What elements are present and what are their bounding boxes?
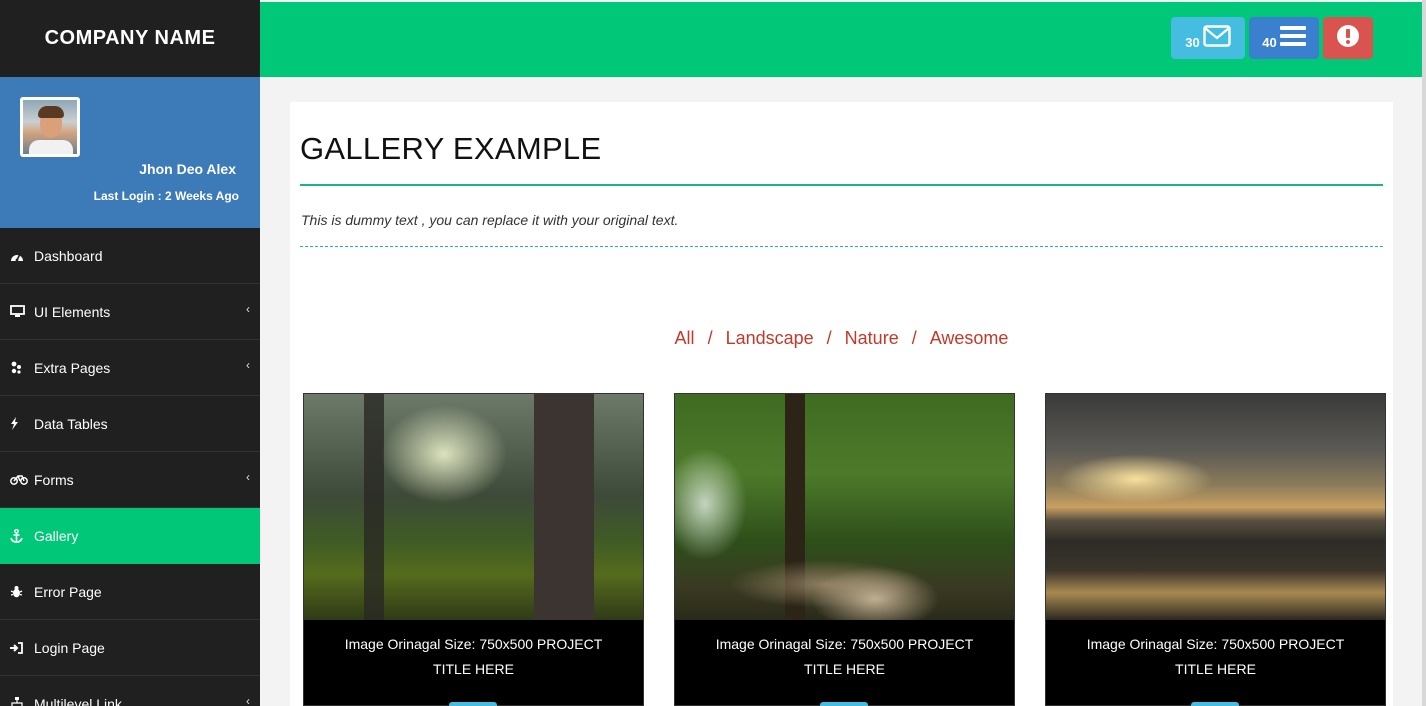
- gallery-panel: GALLERY EXAMPLE This is dummy text , you…: [290, 102, 1393, 706]
- page-subtitle: This is dummy text , you can replace it …: [301, 212, 679, 228]
- sidebar-item-gallery[interactable]: Gallery: [0, 508, 260, 564]
- sidebar-item-label: Forms: [34, 471, 74, 488]
- messages-count: 30: [1185, 34, 1200, 50]
- brand-logo[interactable]: COMPANY NAME: [0, 0, 260, 77]
- chevron-left-icon: ‹: [246, 694, 250, 706]
- sidebar: COMPANY NAME Jhon Deo Alex Last Login : …: [0, 0, 260, 706]
- sidebar-item-label: Multilevel Link: [34, 695, 122, 706]
- sidebar-item-extra-pages[interactable]: Extra Pages ‹: [0, 340, 260, 396]
- filter-nature[interactable]: Nature: [845, 328, 899, 348]
- sidebar-item-dashboard[interactable]: Dashboard: [0, 228, 260, 284]
- dashboard-icon: [10, 250, 30, 262]
- sidebar-item-label: Login Page: [34, 639, 105, 656]
- yelp-icon: [10, 361, 30, 374]
- sidebar-item-label: Gallery: [34, 527, 79, 544]
- messages-button[interactable]: 30: [1171, 17, 1245, 59]
- page-title: GALLERY EXAMPLE: [300, 131, 602, 166]
- sitemap-icon: [10, 697, 30, 706]
- gallery-card[interactable]: Image Orinagal Size: 750x500 PROJECT TIT…: [303, 393, 644, 706]
- bicycle-icon: [10, 474, 30, 485]
- sidebar-item-login-page[interactable]: Login Page: [0, 620, 260, 676]
- envelope-icon: [1203, 24, 1231, 52]
- filter-awesome[interactable]: Awesome: [930, 328, 1009, 348]
- forest-photo[interactable]: [304, 394, 643, 620]
- beach-sunset-photo[interactable]: [1046, 394, 1385, 620]
- avatar: [20, 97, 80, 157]
- sidebar-item-forms[interactable]: Forms ‹: [0, 452, 260, 508]
- user-panel: Jhon Deo Alex Last Login : 2 Weeks Ago: [0, 77, 260, 228]
- desktop-icon: [10, 305, 30, 318]
- sidebar-item-label: Data Tables: [34, 415, 108, 432]
- alerts-button[interactable]: [1323, 17, 1373, 59]
- title-divider: [300, 184, 1383, 186]
- chevron-left-icon: ‹: [246, 470, 250, 484]
- last-login: Last Login : 2 Weeks Ago: [93, 189, 239, 203]
- gallery-caption: Image Orinagal Size: 750x500 PROJECT TIT…: [1086, 636, 1345, 677]
- gallery-card[interactable]: Image Orinagal Size: 750x500 PROJECT TIT…: [674, 393, 1015, 706]
- filter-landscape[interactable]: Landscape: [726, 328, 814, 348]
- sidebar-item-ui-elements[interactable]: UI Elements ‹: [0, 284, 260, 340]
- gallery-filters: All / Landscape / Nature / Awesome: [290, 328, 1393, 349]
- gallery-caption: Image Orinagal Size: 750x500 PROJECT TIT…: [344, 636, 603, 677]
- view-button[interactable]: [449, 702, 497, 706]
- dashed-divider: [300, 246, 1383, 247]
- sidebar-item-label: UI Elements: [34, 303, 111, 320]
- gallery-caption: Image Orinagal Size: 750x500 PROJECT TIT…: [715, 636, 974, 677]
- sidebar-item-label: Extra Pages: [34, 359, 111, 376]
- sidebar-item-label: Dashboard: [34, 247, 103, 264]
- view-button[interactable]: [820, 702, 868, 706]
- tasks-count: 40: [1262, 34, 1277, 50]
- anchor-icon: [10, 528, 30, 543]
- bolt-icon: [10, 417, 30, 430]
- sign-in-icon: [10, 641, 30, 654]
- sidebar-item-data-tables[interactable]: Data Tables: [0, 396, 260, 452]
- filter-separator: /: [826, 328, 832, 348]
- chevron-left-icon: ‹: [246, 302, 250, 316]
- filter-separator: /: [911, 328, 917, 348]
- bug-icon: [10, 585, 30, 598]
- user-name: Jhon Deo Alex: [139, 161, 236, 177]
- gallery-card[interactable]: Image Orinagal Size: 750x500 PROJECT TIT…: [1045, 393, 1386, 706]
- sidebar-item-multilevel-link[interactable]: Multilevel Link ‹: [0, 676, 260, 706]
- forest-road-photo[interactable]: [675, 394, 1014, 620]
- top-navbar: 30 40: [260, 2, 1422, 77]
- view-button[interactable]: [1191, 702, 1239, 706]
- tasks-button[interactable]: 40: [1249, 17, 1319, 59]
- filter-separator: /: [707, 328, 713, 348]
- filter-all[interactable]: All: [675, 328, 695, 348]
- sidebar-menu: Dashboard UI Elements ‹ Extra Pages ‹ Da…: [0, 228, 260, 706]
- sidebar-item-label: Error Page: [34, 583, 102, 600]
- exclamation-circle-icon: [1336, 24, 1360, 53]
- bars-icon: [1279, 25, 1306, 52]
- page-scrollbar[interactable]: [1422, 0, 1426, 706]
- sidebar-item-error-page[interactable]: Error Page: [0, 564, 260, 620]
- chevron-left-icon: ‹: [246, 358, 250, 372]
